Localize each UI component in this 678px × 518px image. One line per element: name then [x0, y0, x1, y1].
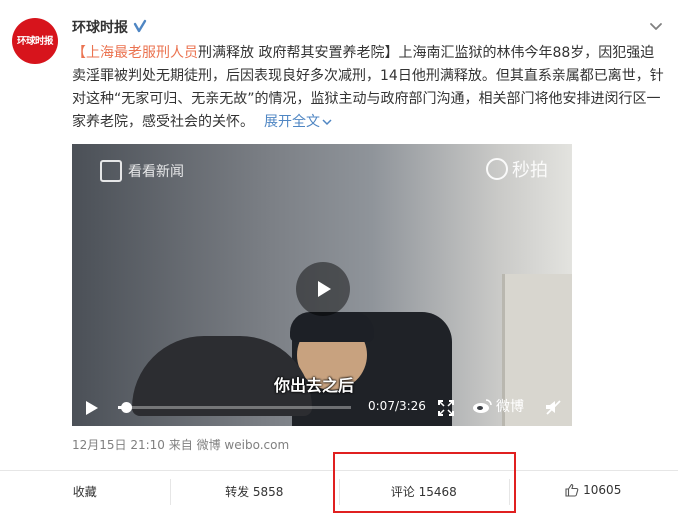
chevron-down-icon[interactable]: [648, 18, 664, 34]
watermark-right-text: 秒拍: [512, 160, 548, 181]
like-count: 10605: [583, 482, 622, 497]
comment-highlight-annotation: [333, 452, 516, 513]
watermark-left-text: 看看新闻: [128, 164, 184, 180]
like-wrap: 10605: [565, 483, 621, 497]
video-frame-police-cap: [290, 312, 374, 342]
video-subtitle: 你出去之后: [274, 376, 355, 395]
post-from-label: 来自: [168, 438, 193, 452]
verified-icon: [133, 19, 147, 33]
play-button[interactable]: [82, 399, 100, 417]
watermark-right: 秒拍: [486, 156, 548, 182]
repost-button[interactable]: 转发 5858: [169, 478, 340, 505]
avatar[interactable]: 环球时报: [12, 18, 58, 64]
post-source[interactable]: 微博 weibo.com: [197, 438, 290, 452]
thumbs-up-icon: [565, 483, 579, 497]
post-title-prefix: 【上海最老: [72, 45, 142, 61]
video-progress-bar[interactable]: [118, 402, 351, 413]
expand-label: 展开全文: [264, 114, 320, 130]
favorite-button[interactable]: 收藏: [0, 483, 170, 500]
play-icon: [318, 281, 331, 297]
favorite-label: 收藏: [72, 484, 97, 499]
repost-label: 转发 5858: [225, 484, 284, 499]
post-meta: 12月15日 21:10 来自 微博 weibo.com: [72, 436, 289, 453]
watermark-left: 看看新闻: [100, 160, 184, 182]
video-time: 0:07/3:26: [368, 399, 426, 413]
topic-link[interactable]: 服刑人员: [142, 45, 198, 61]
play-overlay-button[interactable]: [296, 262, 350, 316]
post-time[interactable]: 12月15日 21:10: [72, 438, 165, 452]
user-name[interactable]: 环球时报: [72, 17, 128, 37]
like-button[interactable]: 10605: [508, 478, 678, 505]
video-progress-handle[interactable]: [120, 402, 132, 413]
expand-full-text-link[interactable]: 展开全文: [264, 114, 332, 130]
miaopai-logo-icon: [486, 158, 508, 180]
avatar-text: 环球时报: [16, 35, 54, 47]
fullscreen-icon[interactable]: [437, 399, 455, 417]
chevron-down-icon: [322, 119, 332, 126]
user-header: 环球时报: [72, 17, 148, 37]
weibo-share-button[interactable]: 微博: [472, 396, 524, 416]
weibo-label: 微博: [496, 399, 524, 415]
weibo-logo-icon: [473, 399, 492, 413]
kankan-logo-icon: [100, 160, 122, 182]
post-content: 【上海最老服刑人员刑满释放 政府帮其安置养老院】上海南汇监狱的林伟今年88岁，因…: [72, 42, 668, 134]
volume-mute-icon[interactable]: [544, 398, 562, 416]
